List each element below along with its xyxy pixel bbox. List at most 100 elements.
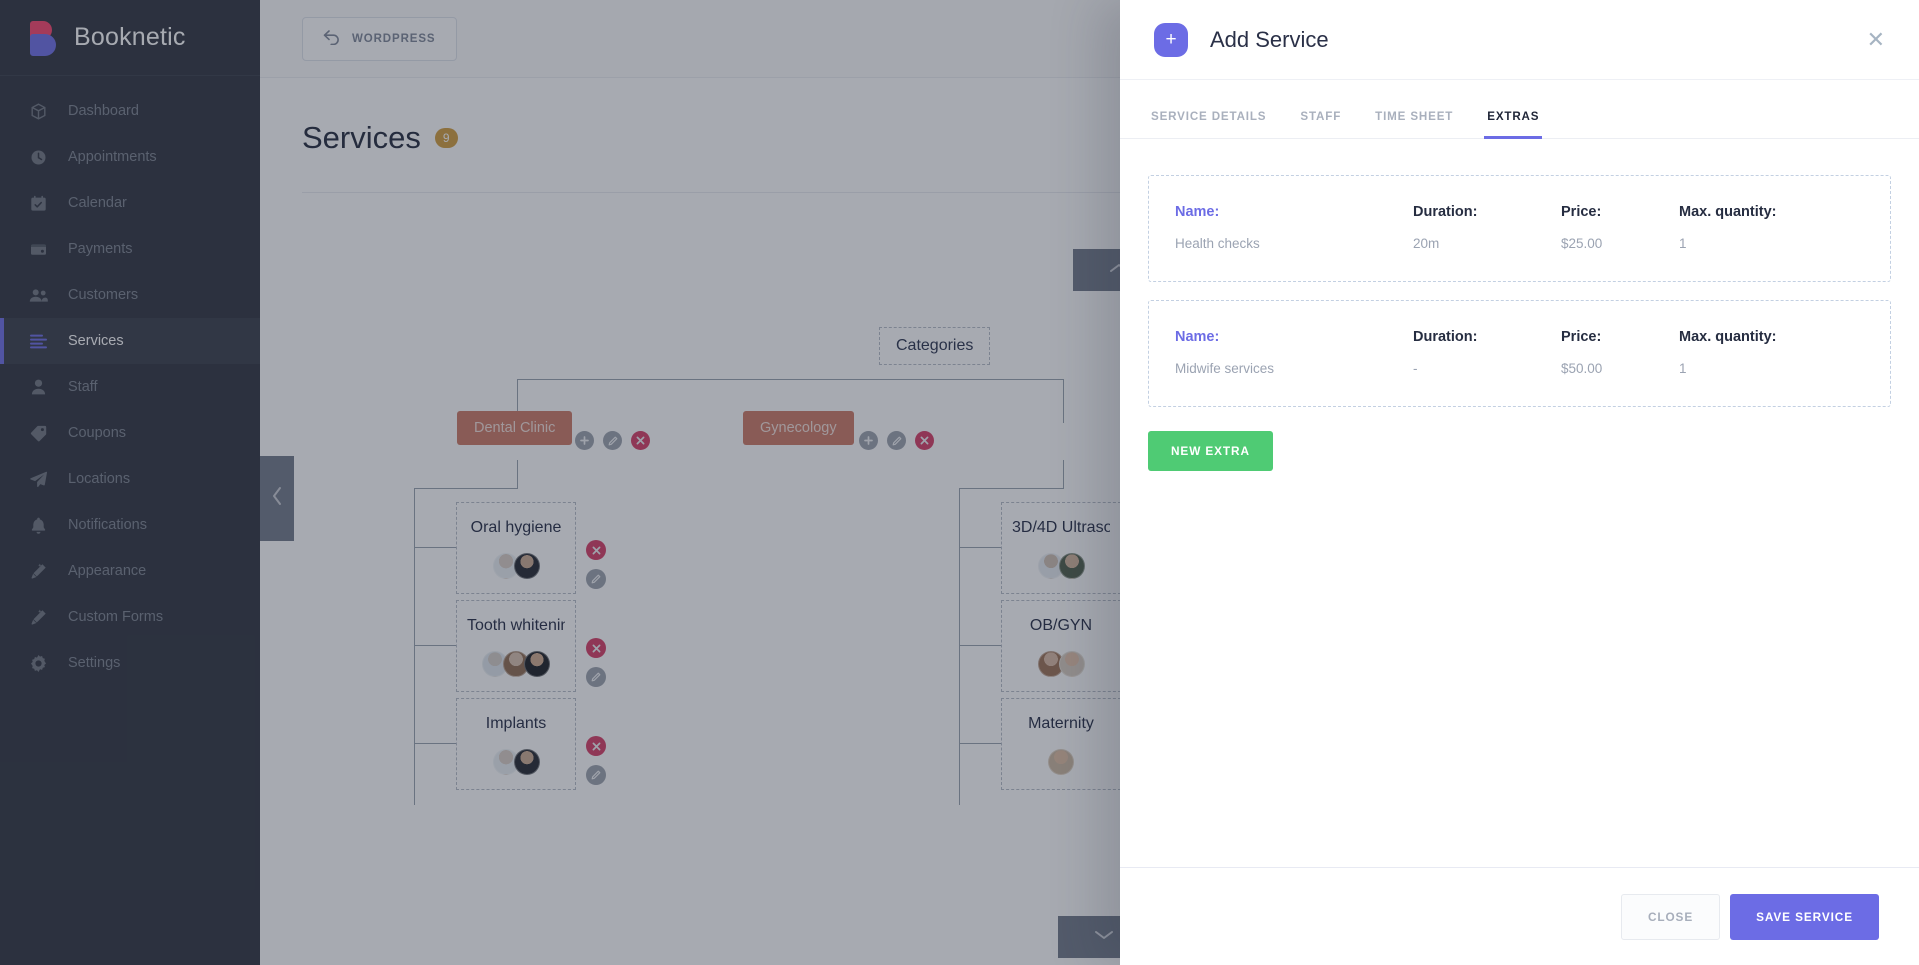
modal-title: Add Service (1210, 26, 1329, 52)
service-name: 3D/4D Ultrasound (1012, 519, 1110, 536)
extra-row[interactable]: Name: Health checks Duration: 20m Price:… (1148, 175, 1891, 282)
magic-wand-icon (28, 609, 48, 626)
sidebar-item-appointments[interactable]: Appointments (0, 134, 260, 180)
chevron-left-icon (271, 486, 283, 511)
extra-duration-label: Duration: (1413, 204, 1478, 220)
sidebar-item-calendar[interactable]: Calendar (0, 180, 260, 226)
close-button[interactable]: CLOSE (1620, 893, 1721, 940)
extra-name-column: Name: Midwife services (1175, 329, 1413, 376)
edit-icon[interactable] (603, 431, 622, 450)
category-label: Dental Clinic (474, 420, 556, 436)
service-name: Tooth whitening (467, 617, 565, 634)
service-name: Oral hygiene (470, 519, 562, 536)
delete-icon[interactable] (631, 431, 650, 450)
sidebar-item-label: Payments (68, 241, 133, 257)
extra-price-label: Price: (1561, 329, 1602, 345)
avatar (1058, 651, 1085, 677)
service-staff-avatars (1012, 749, 1110, 775)
tree-connector (414, 488, 415, 805)
sidebar-item-payments[interactable]: Payments (0, 226, 260, 272)
tab-time-sheet[interactable]: TIME SHEET (1372, 104, 1456, 139)
tree-connector (959, 488, 960, 805)
paper-plane-icon (28, 471, 48, 488)
sidebar-item-label: Appearance (68, 563, 147, 579)
sidebar-item-label: Dashboard (68, 103, 139, 119)
service-card[interactable]: Implants (456, 698, 576, 790)
extra-duration-value: - (1413, 361, 1418, 376)
add-icon[interactable] (859, 431, 878, 450)
extra-row[interactable]: Name: Midwife services Duration: - Price… (1148, 300, 1891, 407)
box-icon (28, 102, 48, 120)
back-arrow-icon (323, 29, 340, 48)
tab-extras[interactable]: EXTRAS (1484, 104, 1543, 139)
category-node-gynecology[interactable]: Gynecology (743, 411, 854, 445)
sidebar-item-settings[interactable]: Settings (0, 640, 260, 686)
sidebar-item-label: Custom Forms (68, 609, 164, 625)
extra-price-label: Price: (1561, 204, 1602, 220)
service-card[interactable]: 3D/4D Ultrasound (1001, 502, 1121, 594)
tree-connector (959, 645, 1001, 646)
category-node-dental-clinic[interactable]: Dental Clinic (457, 411, 573, 445)
tree-connector (414, 743, 456, 744)
calendar-icon (28, 195, 48, 212)
close-icon[interactable]: ✕ (1861, 23, 1891, 57)
page-title: Services (302, 120, 421, 155)
sidebar-item-services[interactable]: Services (0, 318, 260, 364)
sidebar-item-label: Appointments (68, 149, 157, 165)
delete-icon[interactable] (586, 540, 606, 560)
tree-connector (517, 460, 518, 488)
sidebar-item-label: Locations (68, 471, 131, 487)
tree-connector (1063, 460, 1064, 488)
sidebar-collapse-handle[interactable] (260, 456, 294, 541)
edit-icon[interactable] (586, 765, 606, 785)
sidebar-item-appearance[interactable]: Appearance (0, 548, 260, 594)
modal-footer: CLOSE SAVE SERVICE (1120, 867, 1919, 965)
sidebar-item-custom-forms[interactable]: Custom Forms (0, 594, 260, 640)
service-name: Implants (485, 715, 547, 732)
extra-maxqty-column: Max. quantity: 1 (1679, 329, 1864, 376)
extra-max-quantity-label: Max. quantity: (1679, 204, 1777, 220)
sidebar-item-customers[interactable]: Customers (0, 272, 260, 318)
add-service-modal: + Add Service ✕ SERVICE DETAILS STAFF TI… (1120, 0, 1919, 965)
add-icon[interactable] (575, 431, 594, 450)
extra-price-column: Price: $50.00 (1561, 329, 1679, 376)
extra-name-label: Name: (1175, 329, 1220, 345)
service-card[interactable]: Oral hygiene (456, 502, 576, 594)
brand: Booknetic (0, 0, 260, 76)
tree-connector (959, 743, 1001, 744)
extra-max-quantity-value: 1 (1679, 361, 1687, 376)
category-label: Gynecology (760, 420, 837, 436)
sidebar-item-coupons[interactable]: Coupons (0, 410, 260, 456)
sidebar-item-dashboard[interactable]: Dashboard (0, 88, 260, 134)
tab-service-details[interactable]: SERVICE DETAILS (1148, 104, 1269, 139)
service-card-actions (586, 540, 606, 589)
sidebar-item-label: Staff (68, 379, 98, 395)
sidebar: Booknetic Dashboard Appointments Calenda… (0, 0, 260, 965)
edit-icon[interactable] (586, 569, 606, 589)
delete-icon[interactable] (586, 638, 606, 658)
chevron-down-icon (1094, 928, 1114, 946)
modal-body: Name: Health checks Duration: 20m Price:… (1120, 139, 1919, 867)
tree-root-node[interactable]: Categories (879, 327, 991, 365)
save-service-button[interactable]: SAVE SERVICE (1730, 893, 1879, 940)
sidebar-item-locations[interactable]: Locations (0, 456, 260, 502)
delete-icon[interactable] (915, 431, 934, 450)
wordpress-button[interactable]: WORDPRESS (302, 16, 457, 61)
service-card[interactable]: Tooth whitening (456, 600, 576, 692)
service-card[interactable]: OB/GYN (1001, 600, 1121, 692)
sidebar-item-notifications[interactable]: Notifications (0, 502, 260, 548)
avatar (524, 651, 550, 677)
extra-price-value: $50.00 (1561, 361, 1603, 376)
edit-icon[interactable] (586, 667, 606, 687)
service-card[interactable]: Maternity (1001, 698, 1121, 790)
new-extra-button[interactable]: NEW EXTRA (1148, 431, 1273, 471)
edit-icon[interactable] (887, 431, 906, 450)
avatar (1048, 749, 1074, 775)
tree-root-label: Categories (896, 337, 974, 354)
modal-tabs: SERVICE DETAILS STAFF TIME SHEET EXTRAS (1120, 104, 1919, 139)
tab-staff[interactable]: STAFF (1297, 104, 1344, 139)
delete-icon[interactable] (586, 736, 606, 756)
sidebar-item-staff[interactable]: Staff (0, 364, 260, 410)
tree-connector (959, 547, 1001, 548)
plus-icon: + (1154, 22, 1188, 57)
